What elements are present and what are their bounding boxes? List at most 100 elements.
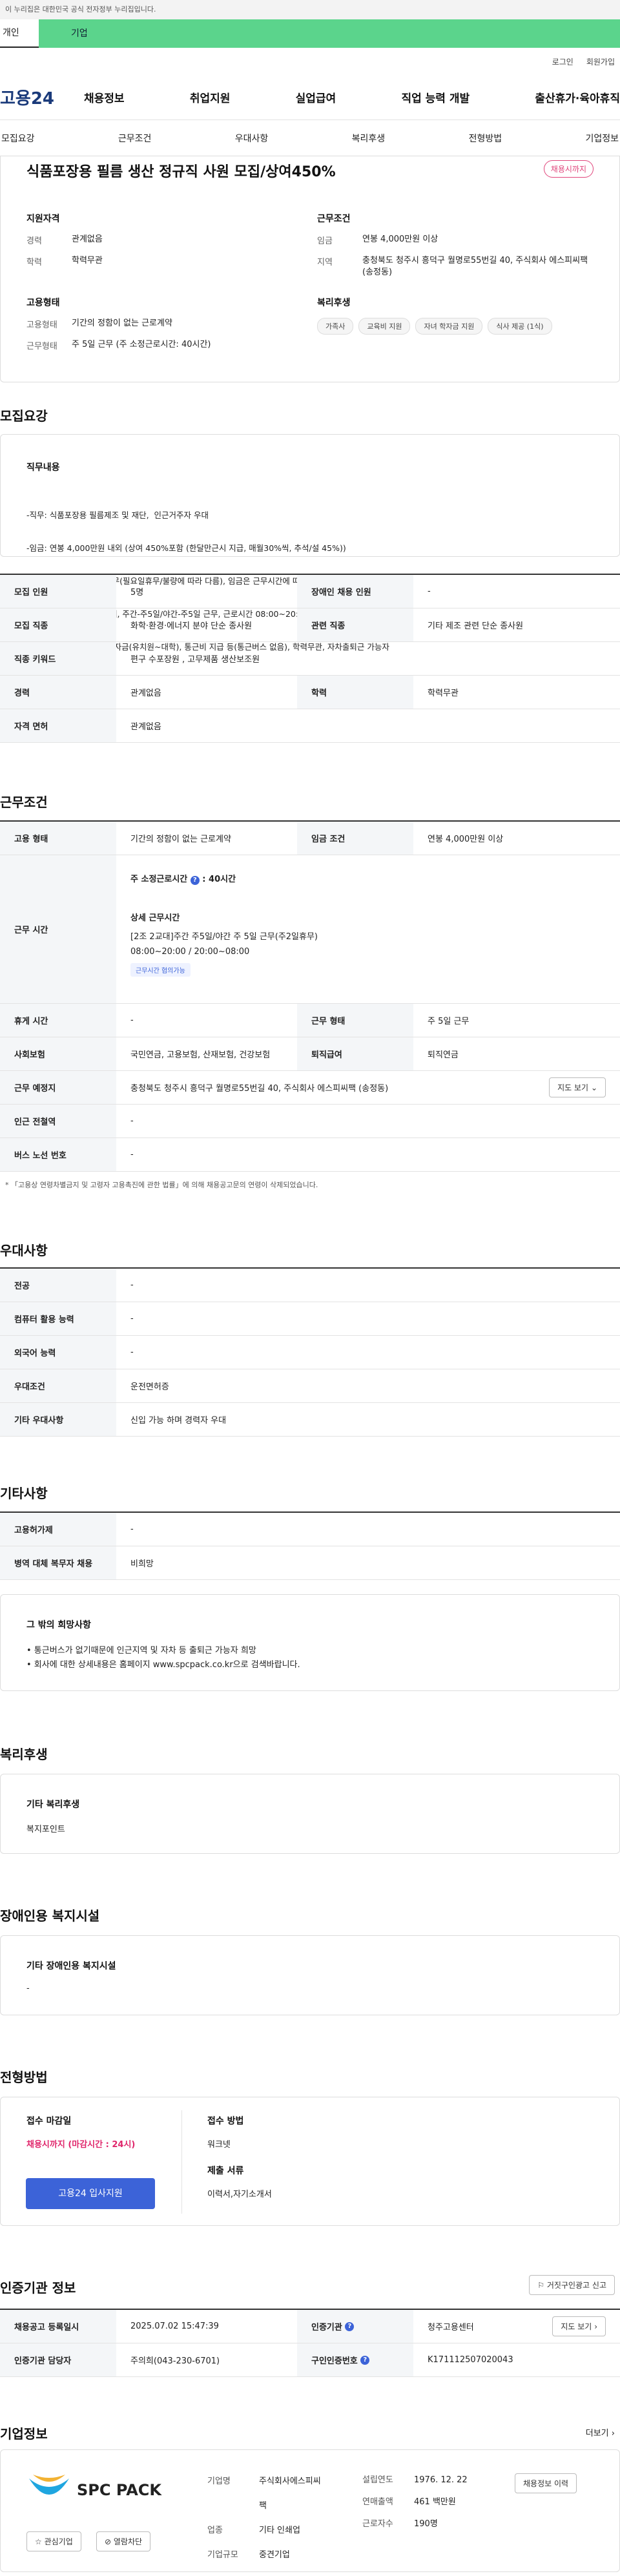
subnav-select[interactable]: 전형방법 — [469, 132, 502, 145]
gov-banner: 이 누리집은 대한민국 공식 전자정부 누리집입니다. — [0, 0, 620, 19]
work-time-cell: 주 소정근로시간 ? : 40시간 상세 근무시간 [2조 2교대]주간 주5일… — [116, 855, 620, 1003]
info-icon[interactable]: ? — [345, 2322, 355, 2331]
signup-link[interactable]: 회원가입 — [586, 56, 615, 67]
map-button[interactable]: 지도 보기 ⌄ — [549, 1077, 606, 1097]
tab-company[interactable]: 기업 — [39, 19, 620, 48]
cert-map-button[interactable]: 지도 보기 › — [552, 2316, 606, 2336]
emp-type-value: 기간의 정함이 없는 근로계약 — [72, 318, 172, 328]
cond-block: 근무조건 임금 연봉 4,000만원 이상 지역 충청북도 청주시 흥덕구 월명로5… — [317, 212, 601, 278]
subnav-recruit[interactable]: 모집요강 — [1, 132, 35, 145]
qual-block: 지원자격 경력 관계없음 학력 학력무관 — [26, 212, 298, 267]
logo[interactable]: 고용24 — [0, 85, 84, 109]
emp-shift-label: 근무형태 — [26, 342, 57, 351]
table-row: 사회보험 국민연금, 고용보험, 산재보험, 건강보험 퇴직급여 퇴직연금 — [0, 1037, 620, 1071]
company-fields-2: 설립연도 1976. 12. 22 연매출액 461 백만원 근로자수 190명 — [362, 2475, 468, 2529]
block-icon: ⊘ — [105, 2537, 112, 2546]
disab-box: 기타 장애인용 복지시설 - — [0, 1935, 620, 2015]
report-button[interactable]: ⚐ 거짓구인광고 신고 — [529, 2275, 615, 2295]
cond-title: 근무조건 — [317, 214, 351, 224]
gnb-menu: 채용정보 취업지원 실업급여 직업 능력 개발 출산휴가·육아휴직 — [84, 89, 620, 105]
pref-title: 우대사항 — [0, 1243, 48, 1258]
etc-wish-box: 그 밖의 희망사항 • 통근버스가 없기때문에 인근지역 및 자차 등 출퇴근 … — [0, 1594, 620, 1691]
util-bar: 로그인 회원가입 — [0, 48, 620, 75]
apply-button[interactable]: 고용24 입사지원 — [26, 2178, 155, 2209]
select-title: 전형방법 — [0, 2070, 48, 2085]
welfare-chip: 가족사 — [317, 318, 354, 335]
table-row: 모집 직종 화학·환경·에너지 분야 단순 종사원 관련 직종 기타 제조 관련 단순… — [0, 608, 620, 642]
cond-area-label: 지역 — [317, 258, 333, 267]
recruit-table: 모집 인원 5명 장애인 채용 인원 - 모집 직종 화학·환경·에너지 분야 단순 종… — [0, 574, 620, 743]
table-row: 외국어 능력 - — [0, 1336, 620, 1369]
emp-type-label: 고용형태 — [26, 320, 57, 330]
disab-title: 장애인용 복지시설 — [0, 1908, 100, 1924]
subnav-welfare[interactable]: 복리후생 — [352, 132, 386, 145]
welfare-chip: 식사 제공 (1식) — [488, 318, 552, 335]
gnb-unemployment[interactable]: 실업급여 — [296, 89, 336, 105]
duty-title: 직무내용 — [26, 462, 60, 473]
table-row: 휴게 시간 - 근무 형태 주 5일 근무 — [0, 1004, 620, 1037]
table-row: 기타 우대사항 신입 가능 하며 경력자 우대 — [0, 1403, 620, 1437]
company-more-link[interactable]: 더보기 › — [586, 2426, 615, 2438]
age-note: * 「고용상 연령차별금지 및 고령자 고용촉진에 관한 법률」에 의해 채용공… — [5, 1181, 318, 1189]
work-title: 근무조건 — [0, 795, 48, 810]
table-row: 인근 전철역 - — [0, 1105, 620, 1138]
table-row: 채용공고 등록일시 2025.07.02 15:47:39 인증기관 ? 청주고용센터… — [0, 2310, 620, 2343]
company-logo: SPC PACK — [26, 2469, 169, 2521]
cond-wage-label: 임금 — [317, 236, 333, 246]
chevron-down-icon: ⌄ — [590, 1083, 597, 1092]
cond-wage-value: 연봉 4,000만원 이상 — [362, 234, 439, 244]
global-nav: 고용24 채용정보 취업지원 실업급여 직업 능력 개발 출산휴가·육아휴직 — [0, 75, 620, 120]
cond-area-value: 충청북도 청주시 흥덕구 월명로55번길 40, 주식회사 에스피씨팩 (송정동… — [362, 256, 588, 277]
company-title: 기업정보 — [0, 2426, 48, 2442]
welfare-block: 복리후생 가족사 교육비 지원 자녀 학자금 지원 식사 제공 (1식) — [317, 296, 614, 335]
gnb-support[interactable]: 취업지원 — [190, 89, 231, 105]
job-summary-card: 식품포장용 필름 생산 정규직 사원 모집/상여450% 채용시까지 지원자격 … — [0, 156, 620, 382]
table-row: 고용 형태 기간의 정함이 없는 근로계약 임금 조건 연봉 4,000만원 이상 — [0, 822, 620, 855]
job-title: 식품포장용 필름 생산 정규직 사원 모집/상여450% — [26, 164, 336, 180]
fav-company-button[interactable]: ☆ 관심기업 — [26, 2531, 81, 2551]
table-row: 우대조건 운전면허증 — [0, 1369, 620, 1403]
cert-title: 인증기관 정보 — [0, 2280, 76, 2296]
table-row: 버스 노선 번호 - — [0, 1138, 620, 1172]
qual-career-label: 경력 — [26, 236, 42, 246]
duty-box: 직무내용 -직무: 식품포장용 필름제조 및 재단, 인근거주자 우대 -임금:… — [0, 434, 620, 652]
welfare-chip: 교육비 지원 — [358, 318, 411, 335]
subnav-company[interactable]: 기업정보 — [585, 132, 619, 145]
top-tabs: 개인 기업 — [0, 19, 620, 48]
info-icon[interactable]: ? — [360, 2355, 370, 2365]
login-link[interactable]: 로그인 — [552, 56, 574, 67]
table-row: 직종 키워드 편구 수포장원 , 고무제품 생산보조원 — [0, 642, 620, 676]
emp-shift-value: 주 5일 근무 (주 소정근로시간: 40시간) — [72, 340, 211, 349]
deadline-badge: 채용시까지 — [543, 160, 594, 178]
chevron-right-icon: › — [594, 2322, 597, 2331]
gnb-leave[interactable]: 출산휴가·육아휴직 — [535, 89, 620, 105]
qual-edu-value: 학력무관 — [72, 256, 103, 265]
star-icon: ☆ — [35, 2537, 42, 2546]
work-table: 고용 형태 기간의 정함이 없는 근로계약 임금 조건 연봉 4,000만원 이상 근… — [0, 820, 620, 1172]
welfare-chips-title: 복리후생 — [317, 298, 351, 308]
table-row: 근무 시간 주 소정근로시간 ? : 40시간 상세 근무시간 [2조 2교대]… — [0, 855, 620, 1004]
etc-table: 고용허가제 - 병역 대체 복무자 채용 비희망 — [0, 1511, 620, 1580]
subnav-work[interactable]: 근무조건 — [118, 132, 152, 145]
info-icon[interactable]: ? — [190, 876, 200, 885]
etc-title: 기타사항 — [0, 1486, 48, 1501]
subnav-pref[interactable]: 우대사항 — [235, 132, 269, 145]
qual-career-value: 관계없음 — [72, 234, 103, 244]
qual-title: 지원자격 — [26, 214, 60, 224]
tab-personal[interactable]: 개인 — [0, 19, 39, 48]
welfare-chip: 자녀 학자금 지원 — [415, 318, 483, 335]
section-nav: 모집요강 근무조건 우대사항 복리후생 전형방법 기업정보 — [0, 120, 620, 156]
block-company-button[interactable]: ⊘ 열람차단 — [96, 2531, 151, 2551]
recruit-title: 모집요강 — [0, 408, 48, 424]
table-row: 인증기관 담당자 주의희(043-230-6701) 구인인증번호 ? K171112… — [0, 2343, 620, 2377]
welfare-box: 기타 복리후생 복지포인트 — [0, 1774, 620, 1854]
spc-logo-icon — [29, 2475, 69, 2495]
cert-table: 채용공고 등록일시 2025.07.02 15:47:39 인증기관 ? 청주고용센터… — [0, 2309, 620, 2377]
table-row: 경력 관계없음 학력 학력무관 — [0, 676, 620, 709]
company-history-button[interactable]: 채용정보 이력 — [515, 2473, 577, 2493]
table-row: 컴퓨터 활용 능력 - — [0, 1302, 620, 1336]
gnb-jobs[interactable]: 채용정보 — [84, 89, 125, 105]
table-row: 모집 인원 5명 장애인 채용 인원 - — [0, 575, 620, 608]
welfare-title: 복리후생 — [0, 1747, 48, 1762]
gnb-training[interactable]: 직업 능력 개발 — [401, 89, 470, 105]
